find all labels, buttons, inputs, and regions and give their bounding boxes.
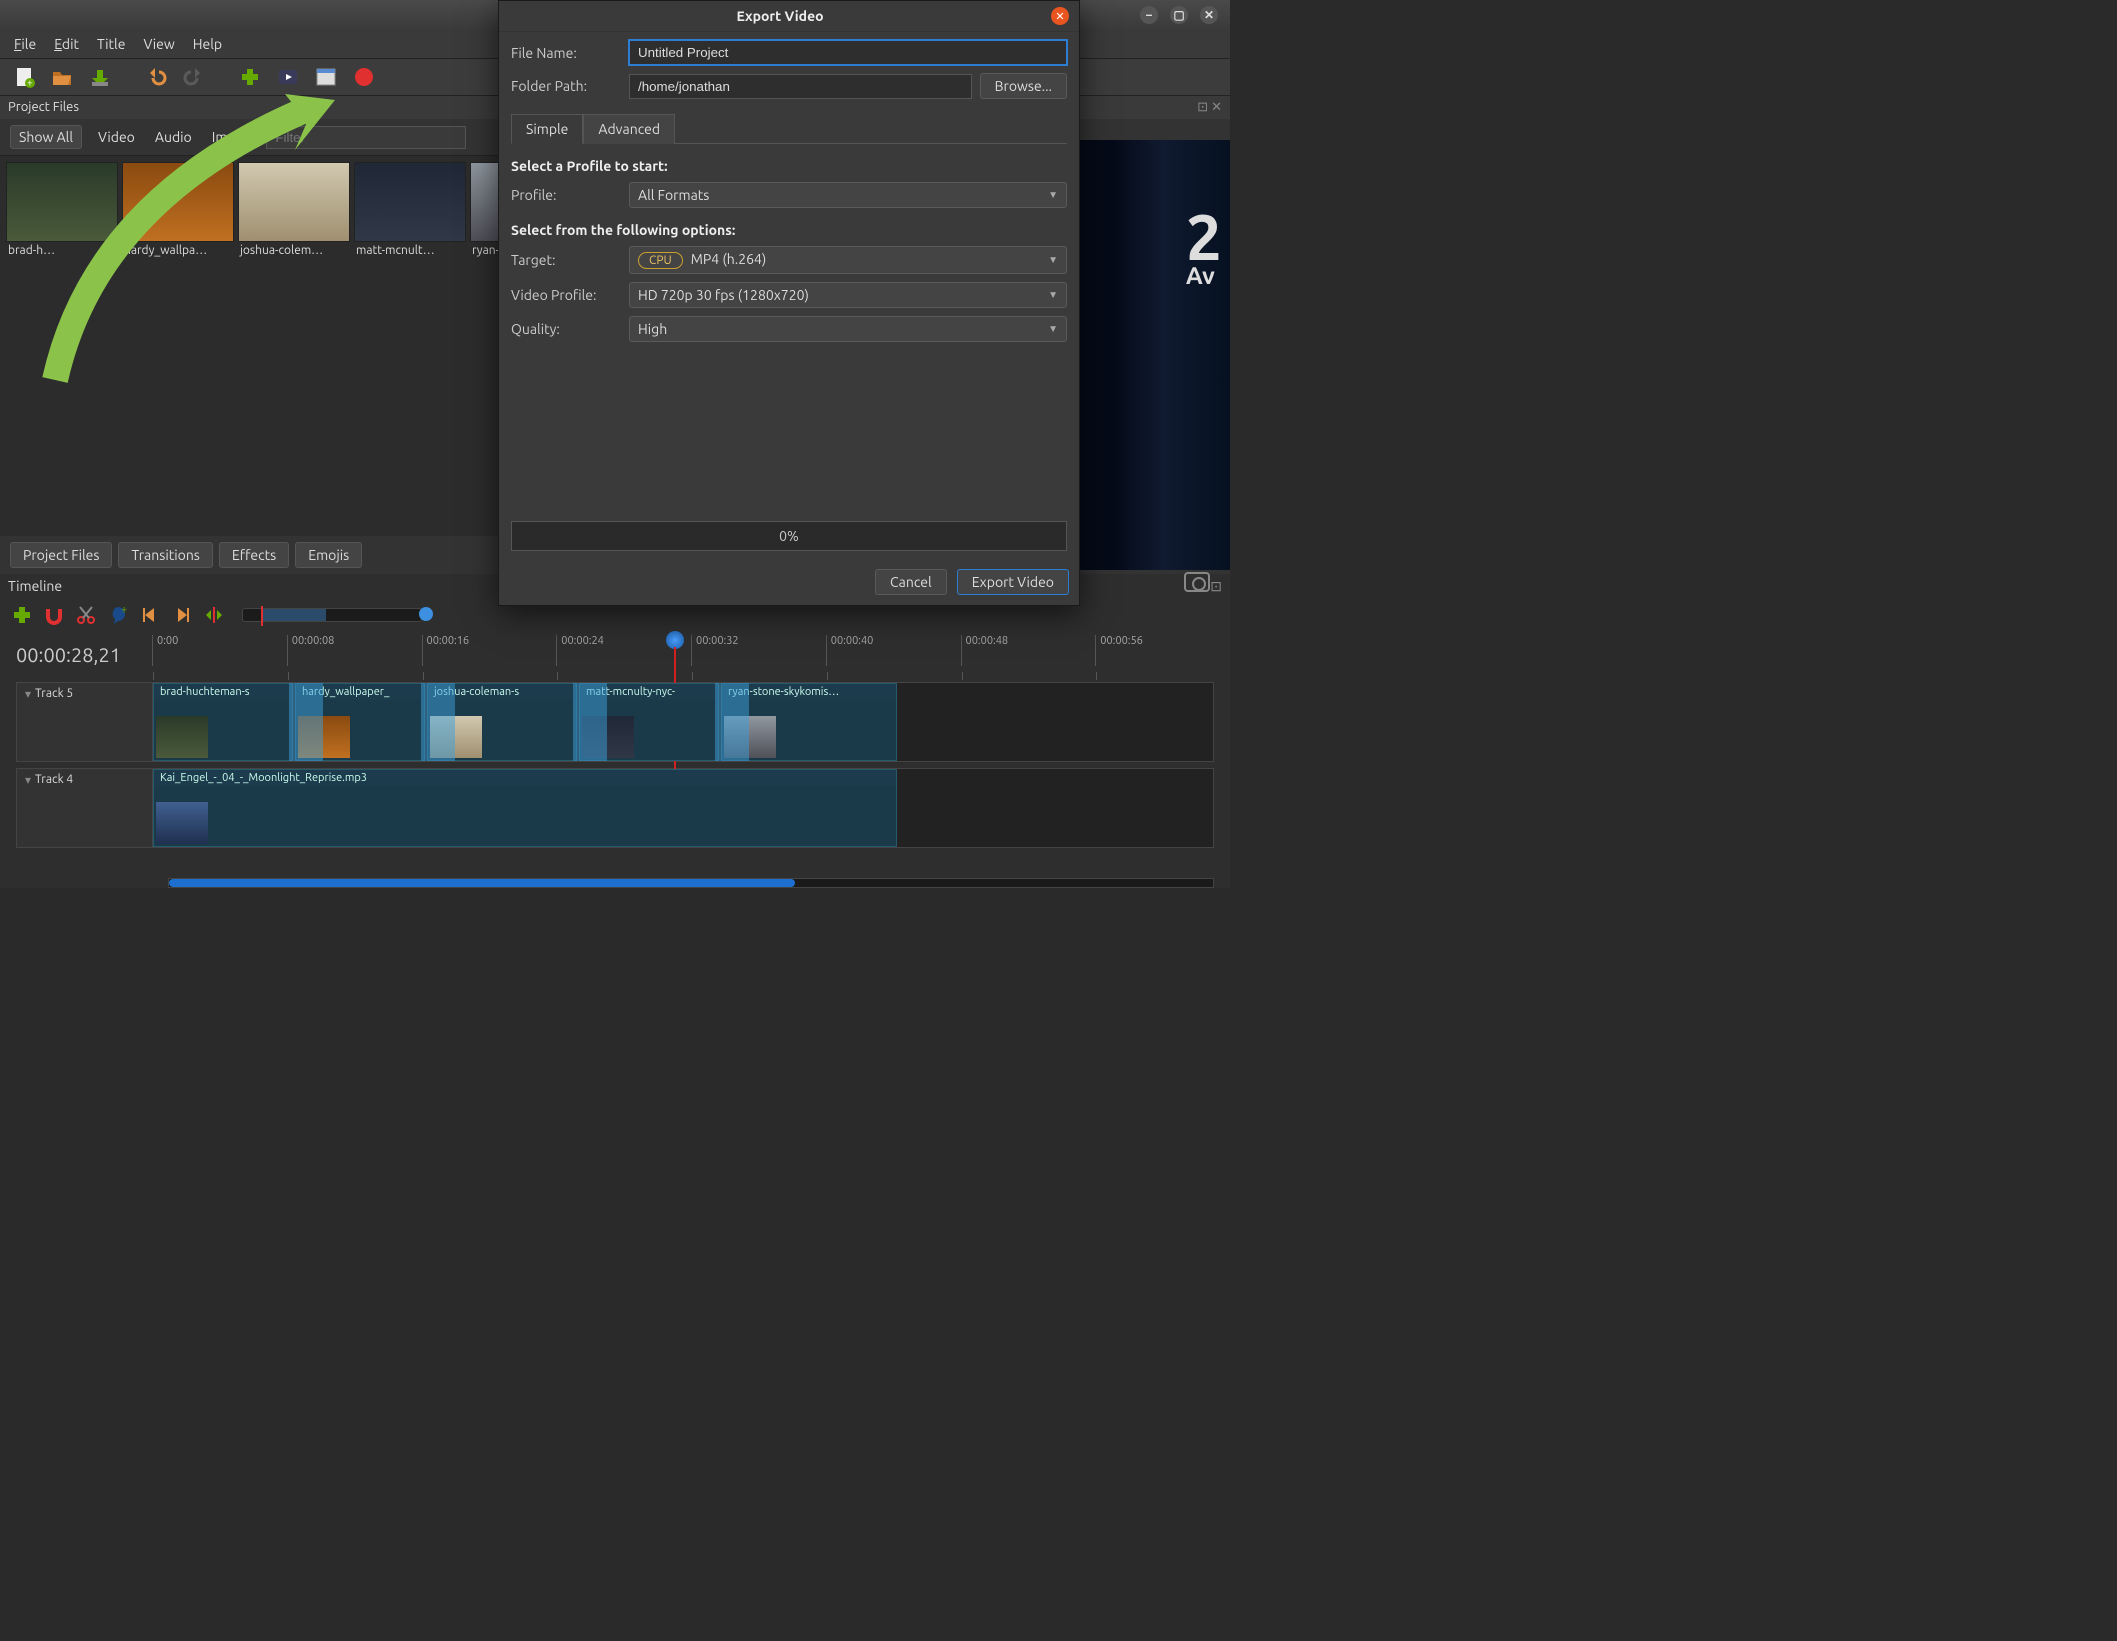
cpu-badge: CPU (638, 252, 683, 269)
video-profile-select[interactable]: HD 720p 30 fps (1280x720)▼ (629, 282, 1067, 308)
tab-effects[interactable]: Effects (219, 542, 289, 568)
tab-simple[interactable]: Simple (511, 114, 583, 144)
quality-label: Quality: (511, 321, 621, 337)
project-file-thumb[interactable]: hardy_wallpa… (122, 162, 234, 530)
select-options-heading: Select from the following options: (511, 222, 1067, 238)
chevron-down-icon: ▼ (1048, 254, 1058, 266)
panel-controls-icon[interactable]: ⊡ ✕ (1197, 100, 1222, 115)
timeline-transition[interactable] (289, 683, 323, 761)
browse-button[interactable]: Browse... (980, 73, 1067, 99)
filter-video-tab[interactable]: Video (94, 126, 139, 148)
project-file-thumb[interactable]: matt-mcnult… (354, 162, 466, 530)
tab-transitions[interactable]: Transitions (118, 542, 212, 568)
open-project-icon[interactable] (48, 63, 76, 91)
add-track-icon[interactable] (10, 603, 34, 627)
marker-icon[interactable]: + (106, 603, 130, 627)
preview-text-large: 2 (1186, 212, 1222, 262)
timeline-track[interactable]: ▾ Track 4Kai_Engel_-_04_-_Moonlight_Repr… (16, 768, 1214, 848)
ruler-tick: 0:00 (152, 635, 287, 666)
export-video-button[interactable]: Export Video (957, 569, 1069, 595)
timeline-panel-icon[interactable]: ⊡ (1210, 578, 1222, 595)
menu-help[interactable]: Help (193, 36, 222, 52)
menu-view[interactable]: View (143, 36, 174, 52)
target-select[interactable]: CPUMP4 (h.264) ▼ (629, 246, 1067, 274)
show-all-button[interactable]: Show All (10, 125, 82, 149)
import-files-icon[interactable] (236, 63, 264, 91)
folder-path-input[interactable] (629, 74, 972, 99)
export-video-icon[interactable] (350, 63, 378, 91)
video-preview: 2 Av (1062, 140, 1230, 570)
timeline-clip[interactable]: Kai_Engel_-_04_-_Moonlight_Reprise.mp3 (153, 769, 897, 847)
project-file-thumb[interactable]: joshua-colem… (238, 162, 350, 530)
new-project-icon[interactable]: + (10, 63, 38, 91)
ruler-tick: 00:00:08 (287, 635, 422, 666)
filter-audio-tab[interactable]: Audio (151, 126, 196, 148)
export-progress: 0% (511, 521, 1067, 551)
track-collapse-icon[interactable]: ▾ (25, 687, 31, 701)
file-name-label: File Name: (511, 45, 621, 61)
filter-input[interactable] (266, 126, 466, 149)
project-files-title: Project Files (8, 100, 79, 115)
file-name-input[interactable] (629, 40, 1067, 65)
menu-file[interactable]: File (14, 36, 36, 52)
ruler-tick: 00:00:16 (422, 635, 557, 666)
track-collapse-icon[interactable]: ▾ (25, 773, 31, 787)
menu-title[interactable]: Title (97, 36, 125, 52)
tab-emojis[interactable]: Emojis (295, 542, 362, 568)
center-playhead-icon[interactable] (202, 603, 226, 627)
quality-select[interactable]: High▼ (629, 316, 1067, 342)
tab-project-files[interactable]: Project Files (10, 542, 112, 568)
folder-path-label: Folder Path: (511, 78, 621, 94)
playhead-time: 00:00:28,21 (0, 635, 152, 666)
chevron-down-icon: ▼ (1048, 289, 1058, 301)
timeline-transition[interactable] (573, 683, 607, 761)
playhead-icon[interactable] (666, 631, 684, 649)
close-window-button[interactable]: ✕ (1200, 6, 1218, 24)
tracks-container: ▾ Track 5brad-huchteman-shardy_wallpaper… (0, 682, 1230, 874)
chevron-down-icon: ▼ (1048, 323, 1058, 335)
minimize-button[interactable]: – (1140, 6, 1158, 24)
menu-edit[interactable]: Edit (54, 36, 79, 52)
save-project-icon[interactable] (86, 63, 114, 91)
next-marker-icon[interactable] (170, 603, 194, 627)
timeline-scrollbar[interactable] (168, 878, 1214, 888)
timeline-clip[interactable]: brad-huchteman-s (153, 683, 293, 761)
ruler-tick: 00:00:48 (961, 635, 1096, 666)
profile-select[interactable]: All Formats▼ (629, 182, 1067, 208)
snap-icon[interactable] (42, 603, 66, 627)
choose-profile-icon[interactable] (274, 63, 302, 91)
razor-icon[interactable] (74, 603, 98, 627)
chevron-down-icon: ▼ (1048, 189, 1058, 201)
ruler-tick: 00:00:56 (1095, 635, 1230, 666)
dialog-close-icon[interactable]: ✕ (1051, 7, 1069, 25)
tab-advanced[interactable]: Advanced (583, 114, 675, 144)
prev-marker-icon[interactable] (138, 603, 162, 627)
redo-icon[interactable] (180, 63, 208, 91)
zoom-slider[interactable] (242, 608, 422, 622)
target-label: Target: (511, 252, 621, 268)
snapshot-icon[interactable] (1184, 572, 1210, 592)
maximize-button[interactable]: ▢ (1170, 6, 1188, 24)
timeline-track[interactable]: ▾ Track 5brad-huchteman-shardy_wallpaper… (16, 682, 1214, 762)
video-profile-label: Video Profile: (511, 287, 621, 303)
svg-text:+: + (27, 77, 33, 88)
filter-image-tab[interactable]: Image (208, 126, 255, 148)
export-video-dialog: Export Video ✕ File Name: Folder Path: B… (498, 0, 1080, 606)
project-file-thumb[interactable]: brad-h… (6, 162, 118, 530)
timeline-transition[interactable] (715, 683, 749, 761)
timeline-title: Timeline (8, 578, 62, 595)
fullscreen-icon[interactable] (312, 63, 340, 91)
dialog-title: Export Video (509, 8, 1051, 24)
timeline-ruler[interactable]: 00:00:28,21 0:0000:00:0800:00:1600:00:24… (0, 631, 1230, 682)
select-profile-heading: Select a Profile to start: (511, 158, 1067, 174)
profile-label: Profile: (511, 187, 621, 203)
ruler-tick: 00:00:40 (826, 635, 961, 666)
timeline-transition[interactable] (421, 683, 455, 761)
ruler-tick: 00:00:32 (691, 635, 826, 666)
svg-text:+: + (121, 605, 127, 616)
cancel-button[interactable]: Cancel (875, 569, 947, 595)
undo-icon[interactable] (142, 63, 170, 91)
